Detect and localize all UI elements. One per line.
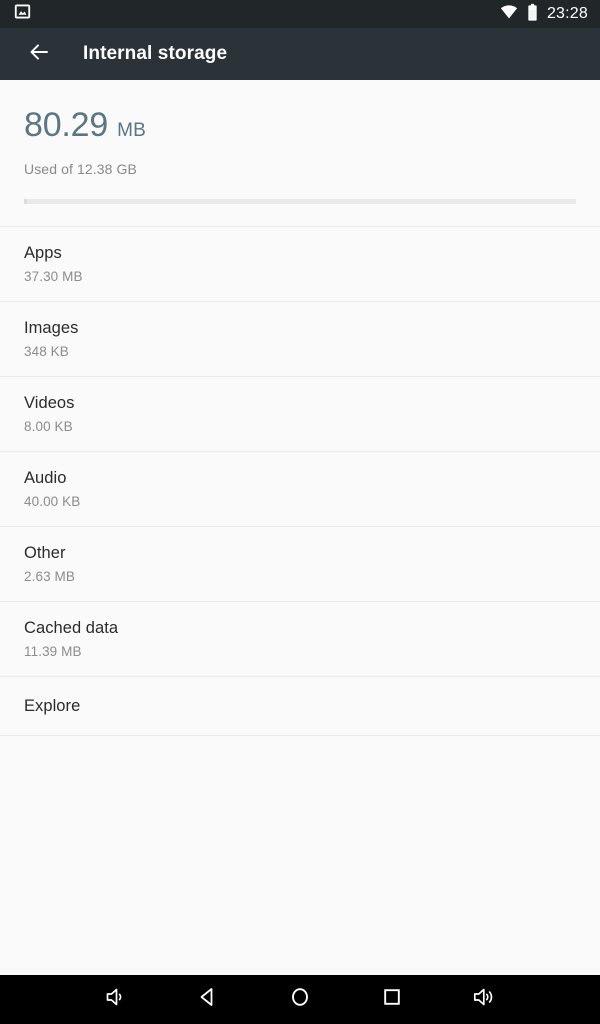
storage-item-label: Cached data: [24, 619, 119, 637]
status-bar-system-icons: 23:28: [500, 3, 588, 26]
storage-list-item[interactable]: Other 2.63 MB: [0, 526, 600, 601]
volume-down-icon: [103, 984, 129, 1015]
storage-item-size: 2.63 MB: [24, 569, 75, 584]
storage-item-label: Audio: [24, 469, 67, 487]
volume-up-icon: [471, 984, 497, 1015]
nav-volume-up-button[interactable]: [438, 975, 530, 1024]
storage-item-label: Videos: [24, 394, 75, 412]
storage-list-item[interactable]: Explore: [0, 676, 600, 735]
storage-list-item[interactable]: Images 348 KB: [0, 301, 600, 376]
storage-content: 80.29 MB Used of 12.38 GB Apps 37.30 MB Im…: [0, 80, 600, 975]
storage-item-size: 37.30 MB: [24, 269, 83, 284]
nav-volume-down-button[interactable]: [70, 975, 162, 1024]
storage-list-item[interactable]: Audio 40.00 KB: [0, 451, 600, 526]
nav-back-button[interactable]: [162, 975, 254, 1024]
wifi-icon: [500, 4, 518, 24]
storage-list-item[interactable]: Cached data 11.39 MB: [0, 601, 600, 676]
storage-progress-wrapper: [0, 177, 600, 204]
summary-list-spacer: [0, 204, 600, 226]
nav-home-button[interactable]: [254, 975, 346, 1024]
storage-used-unit: MB: [117, 120, 146, 141]
page-title: Internal storage: [83, 43, 228, 64]
android-screen: 23:28 Internal storage 80.29 MB Used of …: [0, 0, 600, 1024]
storage-item-label: Other: [24, 544, 66, 562]
image-notification-icon: [14, 3, 31, 25]
navigation-bar: [0, 975, 600, 1024]
app-toolbar: Internal storage: [0, 28, 600, 80]
storage-item-size: 40.00 KB: [24, 494, 81, 509]
recents-icon: [379, 984, 405, 1015]
home-icon: [287, 984, 313, 1015]
arrow-left-icon: [27, 40, 51, 69]
storage-category-list: Apps 37.30 MB Images 348 KB Videos 8.00 KB Aud…: [0, 226, 600, 735]
storage-progress-fill: [24, 199, 28, 204]
status-bar-notifications: [14, 3, 31, 25]
storage-summary: 80.29 MB Used of 12.38 GB: [0, 80, 600, 177]
status-bar: 23:28: [0, 0, 600, 28]
storage-capacity-caption: Used of 12.38 GB: [24, 161, 137, 177]
back-icon: [195, 984, 221, 1015]
battery-icon: [527, 3, 538, 26]
storage-item-size: 348 KB: [24, 344, 69, 359]
storage-item-size: 8.00 KB: [24, 419, 73, 434]
storage-item-label: Apps: [24, 244, 62, 262]
list-bottom-divider: [0, 735, 600, 736]
storage-item-label: Explore: [24, 697, 81, 715]
status-bar-clock: 23:28: [546, 5, 588, 22]
nav-recents-button[interactable]: [346, 975, 438, 1024]
storage-list-item[interactable]: Videos 8.00 KB: [0, 376, 600, 451]
storage-list-item[interactable]: Apps 37.30 MB: [0, 226, 600, 301]
toolbar-back-button[interactable]: [22, 37, 56, 71]
storage-used-value: 80.29: [24, 106, 109, 144]
storage-item-size: 11.39 MB: [24, 644, 82, 659]
storage-item-label: Images: [24, 319, 79, 337]
storage-progress-bar: [24, 199, 576, 204]
storage-used-total: 80.29 MB: [24, 106, 576, 150]
